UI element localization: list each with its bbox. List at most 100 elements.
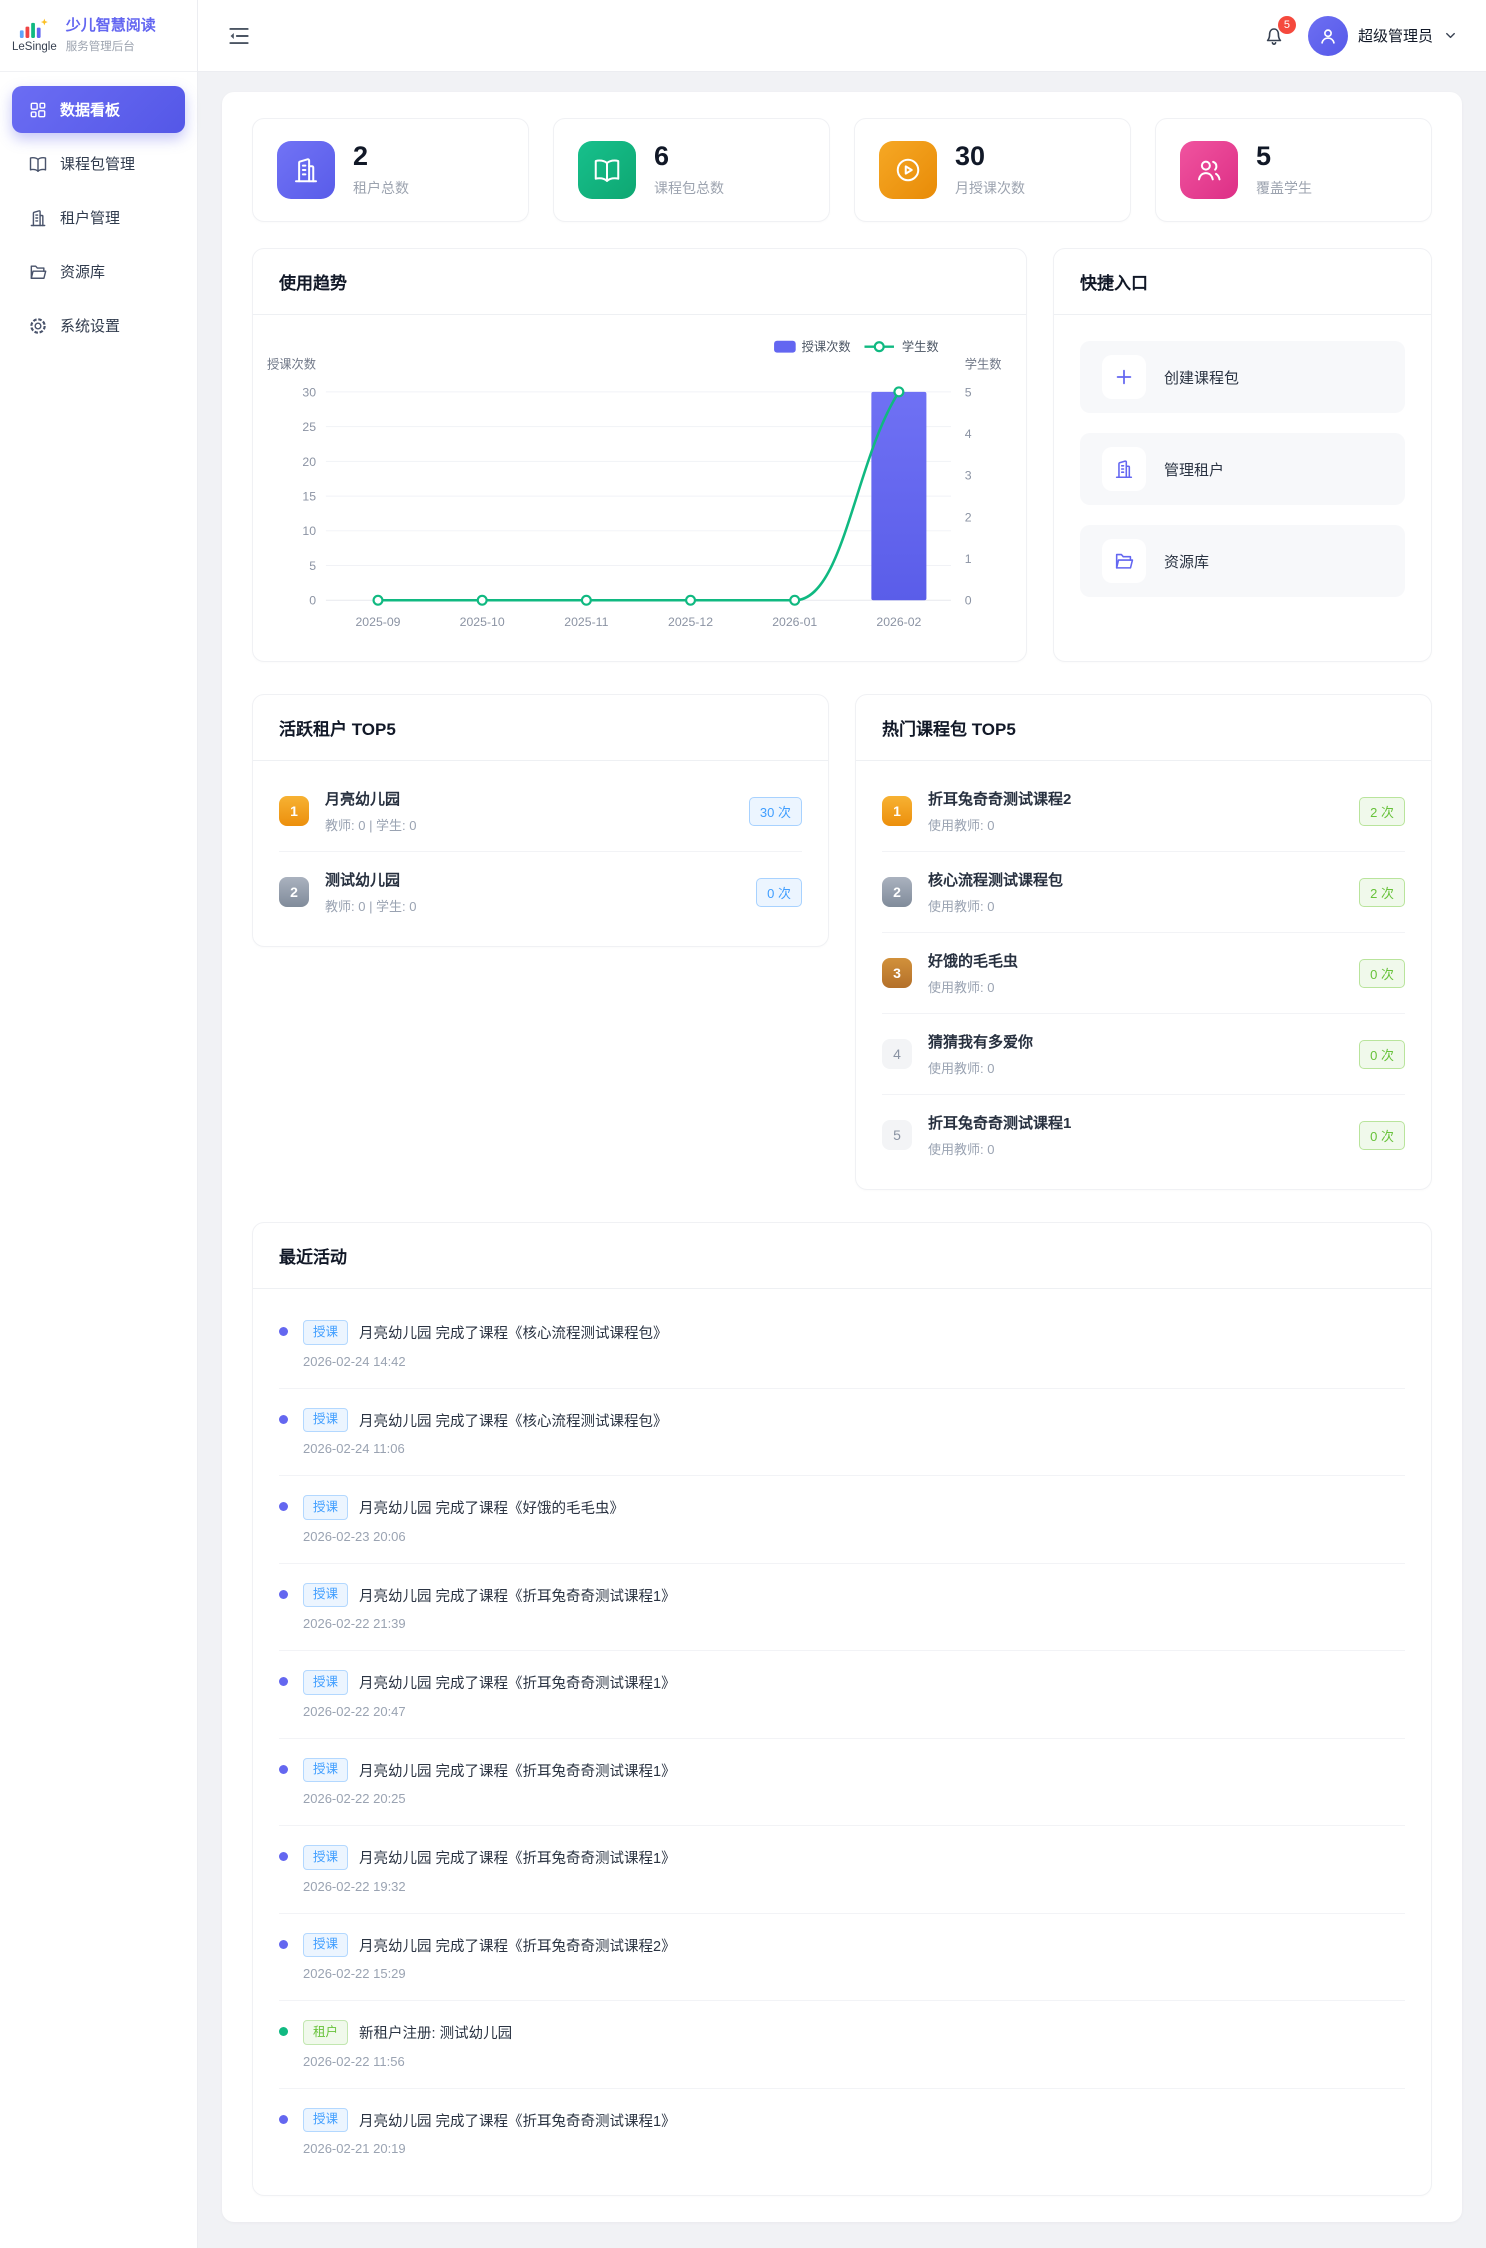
recent-activity-card: 最近活动 授课 月亮幼儿园 完成了课程《核心流程测试课程包》 2026-02-2… bbox=[252, 1222, 1432, 2196]
activity-dot bbox=[279, 2115, 288, 2124]
sidebar-item-settings[interactable]: 系统设置 bbox=[12, 302, 185, 349]
activity-row: 授课 月亮幼儿园 完成了课程《核心流程测试课程包》 2026-02-24 11:… bbox=[279, 1389, 1405, 1477]
svg-text:学生数: 学生数 bbox=[902, 339, 939, 354]
sidebar-item-tenants[interactable]: 租户管理 bbox=[12, 194, 185, 241]
activity-text: 月亮幼儿园 完成了课程《折耳兔奇奇测试课程1》 bbox=[359, 1672, 676, 1693]
sidebar-menu: 数据看板 课程包管理 租户管理 bbox=[0, 72, 197, 363]
activity-body: 授课 月亮幼儿园 完成了课程《折耳兔奇奇测试课程2》 2026-02-22 15… bbox=[303, 1933, 676, 1982]
stat-card-monthly-lessons: 30 月授课次数 bbox=[854, 118, 1131, 222]
open-book-icon bbox=[578, 141, 636, 199]
activity-body: 授课 月亮幼儿园 完成了课程《折耳兔奇奇测试课程1》 2026-02-21 20… bbox=[303, 2108, 676, 2157]
stat-label: 覆盖学生 bbox=[1256, 178, 1312, 198]
course-row: 1 折耳兔奇奇测试课程2 使用教师: 0 2 次 bbox=[882, 771, 1405, 852]
activity-time: 2026-02-24 14:42 bbox=[303, 1354, 668, 1369]
dashboard-panel: 2 租户总数 6 课程包总数 bbox=[222, 92, 1462, 2222]
svg-text:0: 0 bbox=[965, 594, 972, 608]
sidebar-item-resources[interactable]: 资源库 bbox=[12, 248, 185, 295]
book-icon bbox=[28, 154, 48, 174]
course-info: 好饿的毛毛虫 使用教师: 0 bbox=[928, 950, 1343, 996]
activity-text: 新租户注册: 测试幼儿园 bbox=[359, 2022, 512, 2043]
svg-text:2026-01: 2026-01 bbox=[772, 615, 817, 629]
user-menu[interactable]: 超级管理员 bbox=[1308, 16, 1458, 56]
course-name: 猜猜我有多爱你 bbox=[928, 1031, 1343, 1052]
gear-icon bbox=[28, 316, 48, 336]
course-name: 核心流程测试课程包 bbox=[928, 869, 1343, 890]
rank-badge: 2 bbox=[882, 877, 912, 907]
course-info: 猜猜我有多爱你 使用教师: 0 bbox=[928, 1031, 1343, 1077]
course-name: 好饿的毛毛虫 bbox=[928, 950, 1343, 971]
usage-trend-chart: 051015202530012345授课次数学生数2025-092025-102… bbox=[253, 315, 1026, 661]
quick-item-create-course-package[interactable]: 创建课程包 bbox=[1080, 341, 1405, 413]
course-meta: 使用教师: 0 bbox=[928, 896, 1343, 915]
sidebar-item-dashboard[interactable]: 数据看板 bbox=[12, 86, 185, 133]
activity-text: 月亮幼儿园 完成了课程《折耳兔奇奇测试课程1》 bbox=[359, 1847, 676, 1868]
top5-row: 活跃租户 TOP5 1 月亮幼儿园 教师: 0 | 学生: 0 30 次 bbox=[252, 694, 1432, 1190]
tenant-name: 月亮幼儿园 bbox=[325, 788, 733, 809]
sidebar-item-label: 租户管理 bbox=[60, 207, 120, 228]
main-area: 5 超级管理员 bbox=[198, 0, 1486, 2248]
stats-row: 2 租户总数 6 课程包总数 bbox=[252, 118, 1432, 222]
stat-label: 租户总数 bbox=[353, 178, 409, 198]
activity-dot bbox=[279, 1940, 288, 1949]
stat-value: 2 bbox=[353, 142, 409, 172]
content: 2 租户总数 6 课程包总数 bbox=[198, 72, 1486, 2248]
svg-text:授课次数: 授课次数 bbox=[267, 356, 316, 371]
activity-text: 月亮幼儿园 完成了课程《核心流程测试课程包》 bbox=[359, 1322, 668, 1343]
rank-badge: 4 bbox=[882, 1039, 912, 1069]
course-info: 折耳兔奇奇测试课程2 使用教师: 0 bbox=[928, 788, 1343, 834]
activity-tag: 授课 bbox=[303, 1933, 348, 1958]
quick-entry-card: 快捷入口 创建课程包 bbox=[1053, 248, 1432, 662]
tenant-row: 2 测试幼儿园 教师: 0 | 学生: 0 0 次 bbox=[279, 852, 802, 932]
course-meta: 使用教师: 0 bbox=[928, 1139, 1343, 1158]
svg-text:2025-10: 2025-10 bbox=[460, 615, 505, 629]
building-icon bbox=[277, 141, 335, 199]
notifications-bell-icon[interactable]: 5 bbox=[1262, 24, 1286, 48]
quick-item-resources[interactable]: 资源库 bbox=[1080, 525, 1405, 597]
activity-body: 授课 月亮幼儿园 完成了课程《折耳兔奇奇测试课程1》 2026-02-22 20… bbox=[303, 1670, 676, 1719]
svg-text:4: 4 bbox=[965, 427, 972, 441]
user-name: 超级管理员 bbox=[1358, 25, 1433, 46]
activity-body: 授课 月亮幼儿园 完成了课程《核心流程测试课程包》 2026-02-24 14:… bbox=[303, 1320, 668, 1369]
activity-time: 2026-02-22 15:29 bbox=[303, 1966, 676, 1981]
menu-fold-icon[interactable] bbox=[226, 23, 252, 49]
rank-badge: 3 bbox=[882, 958, 912, 988]
hot-courses-title: 热门课程包 TOP5 bbox=[856, 695, 1431, 761]
course-info: 折耳兔奇奇测试课程1 使用教师: 0 bbox=[928, 1112, 1343, 1158]
notification-count-badge: 5 bbox=[1278, 16, 1296, 34]
activity-tag: 租户 bbox=[303, 2020, 348, 2045]
usage-trend-card: 使用趋势 051015202530012345授课次数学生数2025-09202… bbox=[252, 248, 1027, 662]
building-icon bbox=[1102, 447, 1146, 491]
chevron-down-icon bbox=[1443, 28, 1458, 43]
tenant-info: 月亮幼儿园 教师: 0 | 学生: 0 bbox=[325, 788, 733, 834]
svg-text:30: 30 bbox=[302, 385, 316, 399]
stat-card-students: 5 覆盖学生 bbox=[1155, 118, 1432, 222]
recent-activity-list: 授课 月亮幼儿园 完成了课程《核心流程测试课程包》 2026-02-24 14:… bbox=[253, 1289, 1431, 2195]
activity-tag: 授课 bbox=[303, 1408, 348, 1433]
quick-item-label: 资源库 bbox=[1164, 551, 1209, 572]
activity-time: 2026-02-22 21:39 bbox=[303, 1616, 676, 1631]
sidebar-item-label: 资源库 bbox=[60, 261, 105, 282]
activity-body: 授课 月亮幼儿园 完成了课程《好饿的毛毛虫》 2026-02-23 20:06 bbox=[303, 1495, 624, 1544]
svg-text:2026-02: 2026-02 bbox=[876, 615, 921, 629]
svg-text:15: 15 bbox=[302, 490, 316, 504]
sidebar-item-course-packages[interactable]: 课程包管理 bbox=[12, 140, 185, 187]
course-name: 折耳兔奇奇测试课程1 bbox=[928, 1112, 1343, 1133]
svg-text:2025-11: 2025-11 bbox=[564, 615, 608, 629]
usage-count-badge: 0 次 bbox=[1359, 1121, 1405, 1150]
stat-text: 30 月授课次数 bbox=[955, 142, 1025, 199]
dashboard-icon bbox=[28, 100, 48, 120]
usage-count-badge: 0 次 bbox=[1359, 1040, 1405, 1069]
topbar-right: 5 超级管理员 bbox=[1262, 16, 1458, 56]
recent-activity-title: 最近活动 bbox=[253, 1223, 1431, 1289]
app-subtitle: 服务管理后台 bbox=[66, 38, 156, 54]
activity-time: 2026-02-22 19:32 bbox=[303, 1879, 676, 1894]
activity-time: 2026-02-22 20:25 bbox=[303, 1791, 676, 1806]
quick-item-label: 创建课程包 bbox=[1164, 367, 1239, 388]
activity-row: 授课 月亮幼儿园 完成了课程《折耳兔奇奇测试课程2》 2026-02-22 15… bbox=[279, 1914, 1405, 2002]
plus-icon bbox=[1102, 355, 1146, 399]
activity-tag: 授课 bbox=[303, 2108, 348, 2133]
activity-dot bbox=[279, 1327, 288, 1336]
quick-item-manage-tenants[interactable]: 管理租户 bbox=[1080, 433, 1405, 505]
avatar bbox=[1308, 16, 1348, 56]
course-meta: 使用教师: 0 bbox=[928, 815, 1343, 834]
